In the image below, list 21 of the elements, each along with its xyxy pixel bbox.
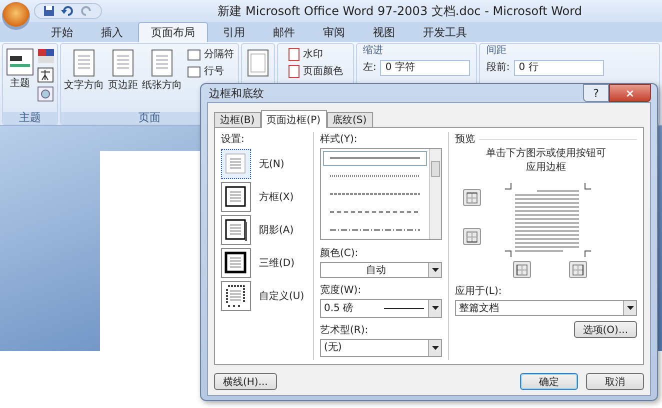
setting-label: 三维(D) <box>259 256 295 270</box>
setting-label: 方框(X) <box>259 190 294 204</box>
field-label: 颜色(C): <box>320 246 360 260</box>
settings-label: 设置: <box>221 132 246 146</box>
setting-label: 无(N) <box>259 158 284 171</box>
preview-hint: 应用边框 <box>525 162 567 173</box>
window-title: 新建 Microsoft Office Word 97-2003 文档.doc - Microsoft Word <box>218 2 582 20</box>
setting-label: 自定义(U) <box>259 290 304 303</box>
dialog-title: 边框和底纹 <box>209 86 264 100</box>
field-label: 样式(Y): <box>320 132 358 146</box>
field-label: 段前: <box>486 62 510 74</box>
field-label: 应用于(L): <box>455 284 503 298</box>
field-label: 艺术型(R): <box>320 324 370 336</box>
field-label: 左: <box>363 62 376 74</box>
group-heading: 缩进 <box>363 45 384 57</box>
group-heading: 间距 <box>486 45 508 57</box>
preview-hint: 单击下方图示或使用按钮可 <box>485 148 607 160</box>
field-label: 宽度(W): <box>320 284 362 297</box>
preview-label: 预览 <box>455 133 475 146</box>
group-label: 主题 <box>3 112 57 124</box>
setting-label: 阴影(A) <box>259 224 294 237</box>
